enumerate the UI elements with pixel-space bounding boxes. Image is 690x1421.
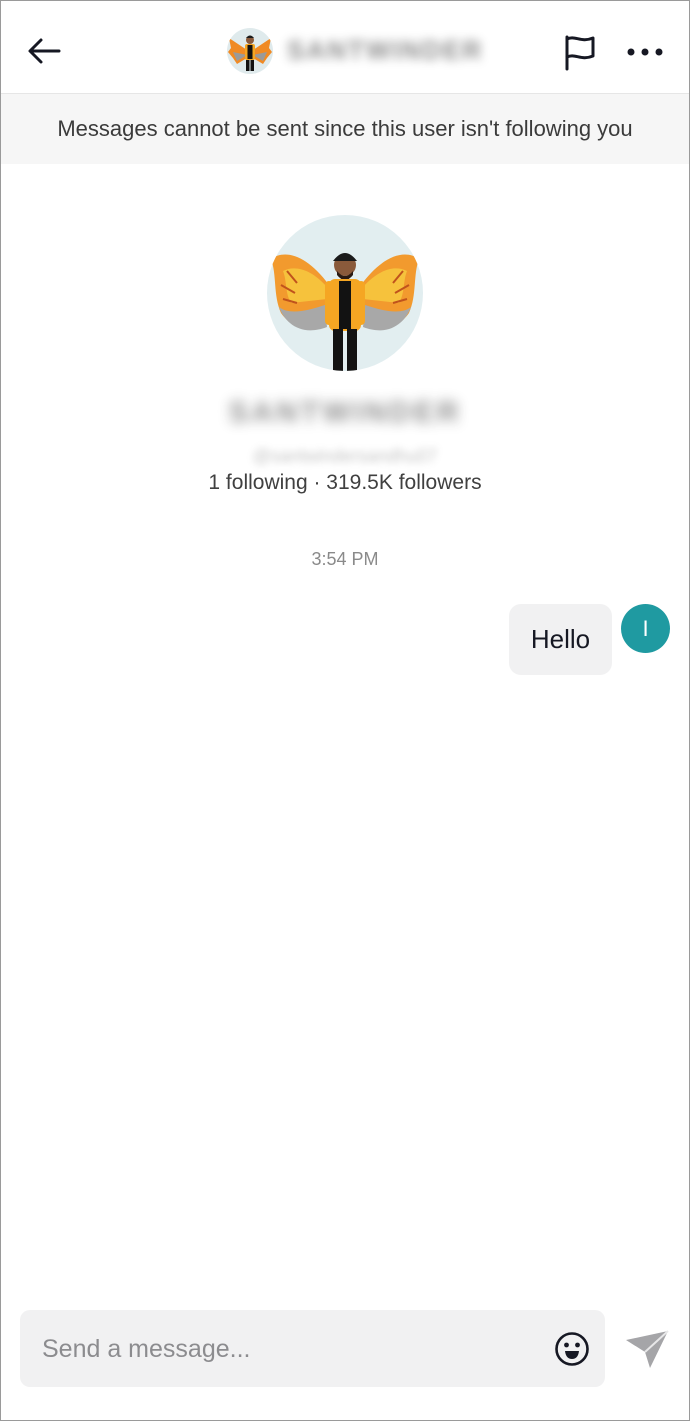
profile-avatar[interactable] <box>267 215 423 371</box>
message-composer <box>20 1310 605 1387</box>
flag-icon[interactable] <box>559 31 601 73</box>
chat-header: SANTWINDER <box>1 1 689 94</box>
not-following-notice: Messages cannot be sent since this user … <box>1 94 689 164</box>
message-bubble[interactable]: Hello <box>509 604 612 675</box>
contact-avatar[interactable] <box>227 28 273 74</box>
message-input[interactable] <box>40 1324 544 1374</box>
profile-name[interactable]: SANTWINDER <box>0 396 690 430</box>
profile-stats: 1 following · 319.5K followers <box>208 471 482 494</box>
send-icon[interactable] <box>624 1328 670 1370</box>
screen-frame <box>0 0 690 1421</box>
contact-name[interactable]: SANTWINDER <box>287 35 483 66</box>
message-timestamp: 3:54 PM <box>311 549 379 569</box>
profile-handle: @santwindersandhu07 <box>252 446 438 466</box>
sender-avatar[interactable]: I <box>621 604 670 653</box>
back-arrow-icon[interactable] <box>25 31 65 71</box>
smiley-icon[interactable] <box>554 1331 590 1367</box>
more-dots-icon[interactable] <box>625 35 665 69</box>
